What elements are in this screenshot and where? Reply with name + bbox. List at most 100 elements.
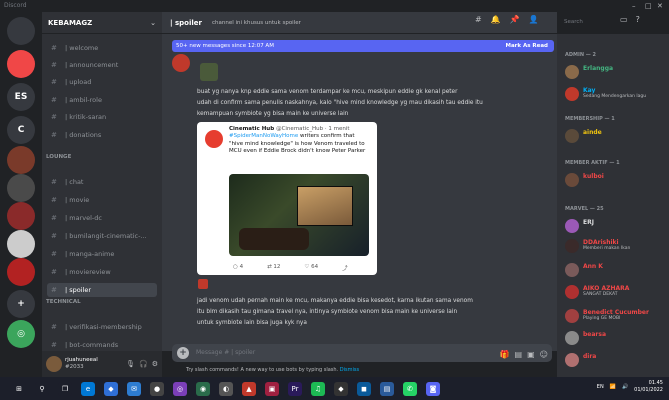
minimize-icon[interactable]: – (632, 0, 636, 12)
app-icon[interactable]: Pr (288, 381, 302, 396)
member-item[interactable]: kulboi (565, 172, 669, 188)
explore-icon[interactable]: ◎ (7, 320, 35, 348)
app-icon[interactable]: ◐ (219, 381, 233, 396)
gift-icon[interactable]: 🎁 (500, 346, 510, 364)
server-icon[interactable] (7, 146, 35, 174)
tweet-embed[interactable]: Cinematic Hub @Cinematic_Hub · 1 menit #… (197, 122, 377, 275)
avatar (565, 87, 579, 101)
windows-icon[interactable]: ⊞ (12, 381, 26, 396)
channel-item[interactable]: # | chat (47, 175, 157, 189)
help-icon[interactable]: ? (636, 15, 640, 24)
server-icon[interactable]: ES (7, 83, 35, 111)
spotify-icon[interactable]: ♫ (311, 381, 325, 396)
member-item[interactable]: Erlangga (565, 64, 669, 80)
message-input[interactable]: + Message # | spoiler 🎁 ▤ ▣ ☺ (172, 344, 552, 362)
channel-item[interactable]: # | kritik-saran (47, 110, 157, 124)
reaction[interactable] (198, 279, 208, 289)
channel-item[interactable]: # | ambil-role (47, 93, 157, 107)
channel-item[interactable]: # | movie (47, 193, 157, 207)
server-icon[interactable] (7, 202, 35, 230)
channel-item[interactable]: # | verifikasi-membership (47, 320, 157, 334)
member-item[interactable]: AIKO AZHARA SANGAT DEKAT (565, 284, 669, 300)
tweet-hashtag[interactable]: #SpiderManNoWayHome (229, 133, 298, 139)
message-image[interactable] (200, 63, 218, 81)
avatar[interactable] (172, 54, 190, 72)
network-icon[interactable]: 📶 (610, 384, 616, 390)
close-icon[interactable]: ✕ (657, 0, 663, 12)
avatar (565, 173, 579, 187)
member-item[interactable]: ERJ (565, 218, 669, 234)
app-icon[interactable]: ◎ (173, 381, 187, 396)
channel-item[interactable]: # | bot-commands (47, 338, 157, 352)
app-icon[interactable]: ● (150, 381, 164, 396)
members-icon[interactable]: 👤 (529, 15, 539, 24)
whatsapp-icon[interactable]: ✆ (403, 381, 417, 396)
message-text: udah di confirm sama penulis naskahnya, … (197, 100, 483, 106)
channel-item[interactable]: # | manga-anime (47, 247, 157, 261)
dismiss-link[interactable]: Dismiss (340, 367, 359, 373)
server-icon[interactable] (7, 230, 35, 258)
maximize-icon[interactable]: □ (645, 0, 652, 12)
app-icon[interactable]: ▣ (265, 381, 279, 396)
gif-icon[interactable]: ▤ (515, 346, 523, 364)
app-icon[interactable]: ▲ (242, 381, 256, 396)
microphone-icon[interactable]: 🎙 (126, 360, 135, 368)
search-input[interactable]: Search (560, 16, 612, 29)
server-icon[interactable]: C (7, 116, 35, 144)
search-icon[interactable]: ⚲ (35, 381, 49, 396)
channel-item[interactable]: # | bumilangit-cinematic-... (47, 229, 157, 243)
server-icon[interactable] (7, 50, 35, 78)
pin-icon[interactable]: 📌 (510, 15, 520, 24)
new-messages-bar[interactable]: 50+ new messages since 12:07 AM Mark As … (172, 40, 554, 52)
app-icon[interactable]: ◉ (196, 381, 210, 396)
threads-icon[interactable]: # (475, 15, 482, 24)
server-header[interactable]: KEBAMAGZ ⌄ (42, 12, 162, 34)
share-icon[interactable]: ⤴ (342, 264, 348, 272)
retweet-icon[interactable]: ⇄ 12 (267, 264, 280, 272)
channel-item[interactable]: # | welcome (47, 41, 157, 55)
member-item[interactable]: dira (565, 352, 669, 368)
category-lounge[interactable]: LOUNGE (46, 154, 71, 160)
avatar[interactable] (46, 356, 62, 372)
channel-item[interactable]: # | upload (47, 75, 157, 89)
discord-icon[interactable]: ◙ (426, 381, 440, 396)
headphones-icon[interactable]: 🎧 (139, 360, 148, 368)
edge-icon[interactable]: e (81, 381, 95, 396)
app-icon[interactable]: ◼ (357, 381, 371, 396)
member-item[interactable]: bearsa (565, 330, 669, 346)
member-item[interactable]: Kay Sedang Mendengarkan lagu (565, 86, 669, 102)
channel-item[interactable]: # | moviereview (47, 265, 157, 279)
emoji-icon[interactable]: ☺ (540, 346, 548, 364)
sticker-icon[interactable]: ▣ (527, 346, 535, 364)
mark-as-read-button[interactable]: Mark As Read (505, 40, 548, 52)
chevron-down-icon[interactable]: ⌄ (150, 19, 156, 27)
tweet-image[interactable] (229, 174, 369, 256)
add-attachment-icon[interactable]: + (177, 347, 189, 359)
channel-item[interactable]: # | donations (47, 128, 157, 142)
gear-icon[interactable]: ⚙ (152, 360, 158, 368)
reply-icon[interactable]: ○ 4 (233, 264, 243, 272)
mail-icon[interactable]: ✉ (127, 381, 141, 396)
bell-icon[interactable]: 🔔 (491, 15, 501, 24)
server-icon[interactable] (7, 258, 35, 286)
inbox-icon[interactable]: ▭ (620, 15, 628, 24)
clock[interactable]: 01.45 01/01/2022 (634, 380, 663, 394)
server-icon[interactable] (7, 174, 35, 202)
channel-item[interactable]: # | marvel-dc (47, 211, 157, 225)
member-item[interactable]: DDArishiki Memberi makan Ikan (565, 238, 669, 254)
store-icon[interactable]: ◆ (104, 381, 118, 396)
category-technical[interactable]: TECHNICAL (46, 299, 81, 305)
channel-item[interactable]: # | announcement (47, 58, 157, 72)
app-icon[interactable]: ◆ (334, 381, 348, 396)
volume-icon[interactable]: 🔊 (622, 384, 628, 390)
app-icon[interactable]: ▤ (380, 381, 394, 396)
discord-icon[interactable] (7, 17, 35, 45)
like-icon[interactable]: ♡ 64 (304, 264, 318, 272)
member-item[interactable]: ainde (565, 128, 669, 144)
member-item[interactable]: Benedict Cucumber Playing GE MOBI (565, 308, 669, 324)
language-indicator[interactable]: EN (597, 384, 604, 390)
channel-item[interactable]: # | spoiler (47, 283, 157, 297)
member-item[interactable]: Ann K (565, 262, 669, 278)
taskview-icon[interactable]: ❐ (58, 381, 72, 396)
add-server-icon[interactable]: + (7, 290, 35, 318)
